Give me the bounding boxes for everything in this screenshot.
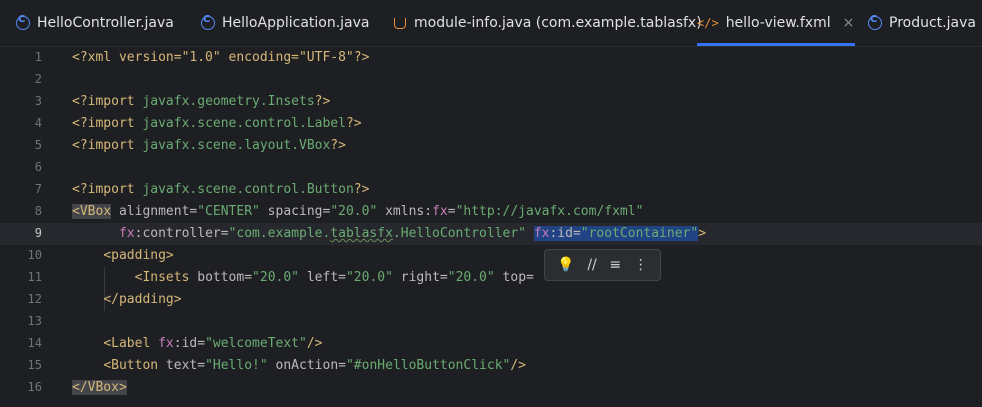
tab-label: HelloController.java (37, 15, 174, 31)
tab-module-info[interactable]: module-info.java (com.example.tablasfx) (394, 0, 702, 46)
line-number: 12 (27, 292, 42, 306)
tab-hello-application[interactable]: HelloApplication.java (201, 0, 370, 46)
code-line-1: <?xml version="1.0" encoding="UTF-8"?> (72, 50, 370, 65)
line-number: 13 (27, 314, 42, 328)
tab-label: HelloApplication.java (222, 15, 370, 31)
tab-hello-controller[interactable]: HelloController.java (16, 0, 174, 46)
editor-tab-bar: HelloController.java HelloApplication.ja… (0, 0, 982, 47)
tab-label: hello-view.fxml (725, 15, 831, 31)
reformat-icon[interactable]: ≡ (609, 257, 621, 273)
close-icon[interactable]: × (843, 15, 855, 31)
line-number: 3 (34, 94, 42, 108)
line-number: 4 (34, 116, 42, 130)
line-number-current: 9 (34, 226, 42, 240)
line-number: 16 (27, 380, 42, 394)
code-line-8: <VBox alignment="CENTER" spacing="20.0" … (72, 204, 644, 219)
code-line-14: <Label fx:id="welcomeText"/> (103, 336, 323, 351)
line-number: 1 (34, 50, 42, 64)
code-editor[interactable]: 1 2 3 4 5 6 7 8 9 10 11 12 13 14 15 16 <… (0, 47, 982, 407)
module-icon (394, 17, 406, 29)
line-number: 10 (27, 248, 42, 262)
line-number: 14 (27, 336, 42, 350)
code-line-7: <?import javafx.scene.control.Button?> (72, 182, 370, 197)
selected-text: fx:id="rootContainer" (533, 226, 699, 241)
java-class-icon (16, 14, 30, 30)
line-number: 11 (27, 270, 42, 284)
line-number: 6 (34, 160, 42, 174)
code-line-12: </padding> (103, 292, 182, 307)
java-class-icon (201, 14, 215, 30)
floating-action-toolbar: 💡 // ≡ ⋮ (544, 249, 661, 281)
line-number: 2 (34, 72, 42, 86)
code-line-9: fx:controller="com.example.tablasfx.Hell… (118, 226, 707, 241)
tab-hello-view[interactable]: </> hello-view.fxml × (697, 0, 855, 46)
more-icon[interactable]: ⋮ (634, 257, 648, 273)
code-area[interactable]: <?xml version="1.0" encoding="UTF-8"?> <… (72, 47, 982, 407)
line-number: 8 (34, 204, 42, 218)
xml-file-icon: </> (697, 16, 719, 30)
code-line-10: <padding> (103, 248, 174, 263)
code-line-15: <Button text="Hello!" onAction="#onHello… (103, 358, 527, 373)
code-line-11: <Insets bottom="20.0" left="20.0" right=… (134, 270, 534, 285)
comment-icon[interactable]: // (587, 257, 596, 273)
tab-label: Product.java (889, 15, 976, 31)
tab-product[interactable]: Product.java (868, 0, 976, 46)
line-number: 15 (27, 358, 42, 372)
line-number-gutter: 1 2 3 4 5 6 7 8 9 10 11 12 13 14 15 16 (0, 47, 56, 407)
tab-label: module-info.java (com.example.tablasfx) (414, 15, 702, 31)
code-line-4: <?import javafx.scene.control.Label?> (72, 116, 362, 131)
java-class-icon (868, 14, 882, 30)
code-line-5: <?import javafx.scene.layout.VBox?> (72, 138, 346, 153)
code-line-16: </VBox> (72, 380, 127, 395)
code-line-3: <?import javafx.geometry.Insets?> (72, 94, 331, 109)
line-number: 5 (34, 138, 42, 152)
lightbulb-icon[interactable]: 💡 (557, 257, 574, 273)
line-number: 7 (34, 182, 42, 196)
